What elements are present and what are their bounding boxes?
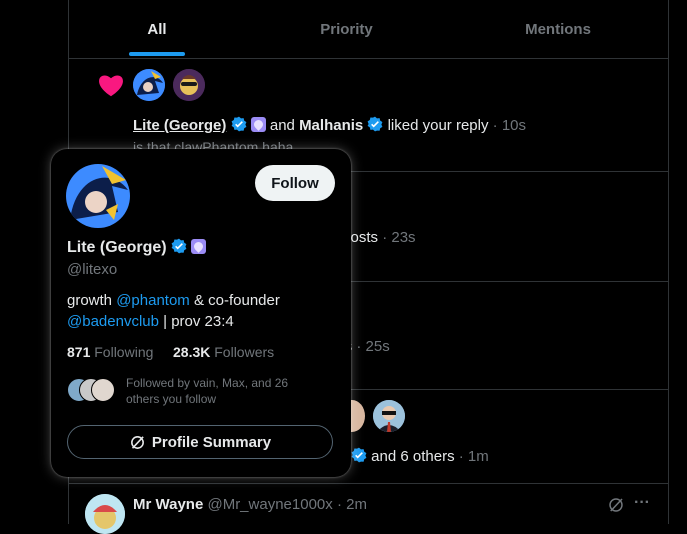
notification-action: and 6 others <box>371 448 455 465</box>
following-count: 871 <box>67 344 91 360</box>
followed-by-line1: Followed by vain, Max, and 26 <box>126 376 289 390</box>
bio-mention-phantom[interactable]: @phantom <box>116 292 190 309</box>
avatar-mr-wayne[interactable] <box>85 494 125 534</box>
card-bio-line1: growth @phantom & co-founder <box>67 292 280 309</box>
notification-text: and 6 others · 1m <box>351 447 489 465</box>
notification-like-text: Lite (George) and Malhanis liked your re… <box>133 116 526 134</box>
grok-icon[interactable] <box>607 496 625 514</box>
avatar-malhanis-art <box>173 69 205 101</box>
user-link-lite[interactable]: Lite (George) <box>133 117 226 134</box>
tab-all[interactable]: All <box>69 0 245 58</box>
profile-summary-button[interactable]: Profile Summary <box>67 425 333 459</box>
notification-tabs: All Priority Mentions <box>69 0 668 59</box>
heart-icon <box>99 75 123 97</box>
verified-badge-icon <box>231 116 246 132</box>
avatar-malhanis[interactable] <box>173 69 205 101</box>
avatar-lite-art <box>133 69 165 101</box>
followers-stat[interactable]: 28.3K Followers <box>173 344 274 360</box>
bio-text: growth <box>67 292 117 309</box>
avatar-mr-wayne-art <box>85 494 125 534</box>
active-tab-indicator <box>129 52 185 56</box>
user-handle[interactable]: @Mr_wayne1000x <box>207 496 332 513</box>
user-link-malhanis[interactable]: Malhanis <box>299 117 363 134</box>
card-avatar[interactable] <box>66 164 130 228</box>
notification-action: liked your reply <box>387 117 489 134</box>
bio-text: | prov 23:4 <box>158 313 234 330</box>
bio-mention-badenvclub[interactable]: @badenvclub <box>67 313 159 330</box>
timestamp: · 25s <box>356 338 390 355</box>
followed-by-text[interactable]: Followed by vain, Max, and 26 others you… <box>126 375 288 407</box>
card-name-row: Lite (George) <box>67 238 207 257</box>
profile-hover-card: Follow Lite (George) @litexo growth @pha… <box>51 149 351 477</box>
card-avatar-art <box>66 164 130 228</box>
verified-badge-icon <box>171 238 187 254</box>
card-handle[interactable]: @litexo <box>67 261 117 278</box>
grok-icon <box>130 435 144 449</box>
notification-header: Mr Wayne @Mr_wayne1000x · 2m <box>133 496 367 513</box>
timestamp: · 23s <box>382 229 416 246</box>
avatar-suit-art <box>373 400 405 432</box>
followers-count: 28.3K <box>173 344 211 360</box>
user-name[interactable]: Mr Wayne <box>133 496 203 513</box>
profile-summary-label: Profile Summary <box>151 433 272 451</box>
tab-mentions-label: Mentions <box>525 20 591 38</box>
avatar-suit[interactable] <box>373 400 405 432</box>
follow-button[interactable]: Follow <box>255 165 335 201</box>
verified-badge-icon <box>351 447 367 463</box>
timestamp: · 2m <box>336 496 367 513</box>
following-label: Following <box>94 344 154 360</box>
affiliate-badge-icon <box>250 117 266 132</box>
following-stat[interactable]: 871 Following <box>67 344 153 360</box>
followers-label: Followers <box>214 344 275 360</box>
tab-all-label: All <box>147 20 167 38</box>
verified-badge-icon <box>368 116 383 132</box>
more-icon[interactable]: ··· <box>634 494 650 512</box>
card-display-name[interactable]: Lite (George) <box>67 239 167 256</box>
timestamp: · 10s <box>492 117 527 134</box>
notification-reply[interactable]: Mr Wayne @Mr_wayne1000x · 2m ··· <box>69 484 668 534</box>
card-bio-line2: @badenvclub | prov 23:4 <box>67 313 234 330</box>
bio-text: & co-founder <box>189 292 280 309</box>
tab-mentions[interactable]: Mentions <box>448 0 668 58</box>
follower-avatar <box>91 378 115 402</box>
followed-by-avatars[interactable] <box>67 378 117 402</box>
tab-priority[interactable]: Priority <box>245 0 448 58</box>
followed-by-line2: others you follow <box>126 392 217 406</box>
affiliate-badge-icon <box>191 239 207 254</box>
timestamp: · 1m <box>458 448 489 465</box>
conjunction: and <box>269 117 295 134</box>
avatar-lite[interactable] <box>133 69 165 101</box>
tab-priority-label: Priority <box>320 20 373 38</box>
